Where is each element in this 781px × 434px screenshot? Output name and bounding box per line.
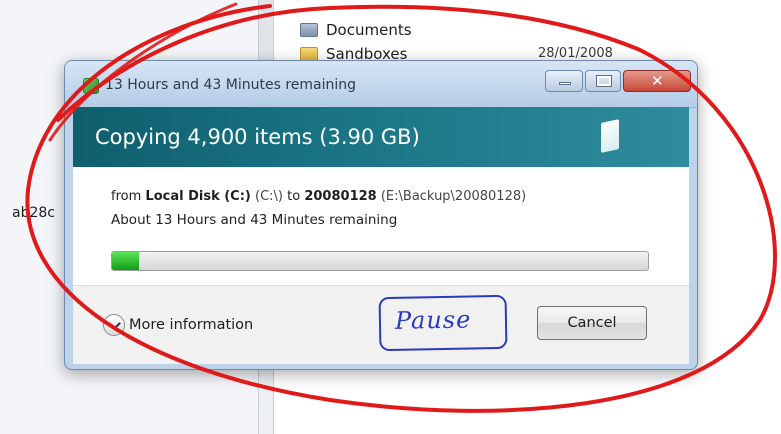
file-name: Documents — [326, 21, 412, 39]
dialog-footer: More information Pause Cancel — [73, 285, 689, 364]
copy-progress-icon — [83, 78, 99, 94]
copy-summary-heading: Copying 4,900 items (3.90 GB) — [95, 125, 420, 149]
from-label: from — [111, 189, 142, 204]
minimize-icon — [559, 82, 571, 85]
source-name-link[interactable]: Local Disk (C:) — [145, 189, 250, 204]
handwritten-pause-annotation: Pause — [378, 294, 508, 352]
window-controls: ✕ — [545, 70, 695, 96]
document-icon — [601, 119, 619, 153]
dialog-body: from Local Disk (C:) (C:\) to 20080128 (… — [73, 167, 689, 285]
documents-folder-icon — [300, 23, 318, 37]
handwritten-pause-text: Pause — [394, 305, 472, 335]
close-icon: ✕ — [651, 72, 664, 90]
destination-path: (E:\Backup\20080128) — [380, 189, 527, 204]
chevron-down-icon — [103, 314, 125, 336]
file-date: 28/01/2008 — [538, 46, 613, 61]
copy-progress-dialog: 13 Hours and 43 Minutes remaining ✕ Copy… — [64, 60, 698, 370]
file-row-documents[interactable]: Documents — [300, 20, 412, 40]
source-path: (C:\) — [255, 189, 283, 204]
time-remaining-text: About 13 Hours and 43 Minutes remaining — [111, 212, 398, 228]
to-label: to — [287, 189, 301, 204]
progress-bar-fill — [112, 252, 139, 270]
folder-icon — [300, 47, 318, 61]
maximize-button[interactable] — [585, 70, 621, 92]
dialog-header-band: Copying 4,900 items (3.90 GB) — [73, 107, 689, 167]
copy-source-destination-line: from Local Disk (C:) (C:\) to 20080128 (… — [111, 189, 526, 204]
dialog-title: 13 Hours and 43 Minutes remaining — [105, 77, 357, 93]
close-button[interactable]: ✕ — [623, 70, 691, 92]
copy-progress-bar — [111, 251, 649, 271]
screenshot-stage: Documents Sandboxes 28/01/2008 ab28c 13 … — [0, 0, 781, 434]
more-information-toggle[interactable]: More information — [103, 312, 253, 338]
maximize-icon — [596, 75, 612, 87]
destination-name-link[interactable]: 20080128 — [304, 189, 376, 204]
cancel-button[interactable]: Cancel — [537, 306, 647, 340]
more-information-label: More information — [129, 317, 254, 333]
dialog-titlebar[interactable]: 13 Hours and 43 Minutes remaining ✕ — [65, 61, 697, 108]
clipped-filename-text: ab28c — [12, 205, 55, 221]
minimize-button[interactable] — [545, 70, 583, 92]
